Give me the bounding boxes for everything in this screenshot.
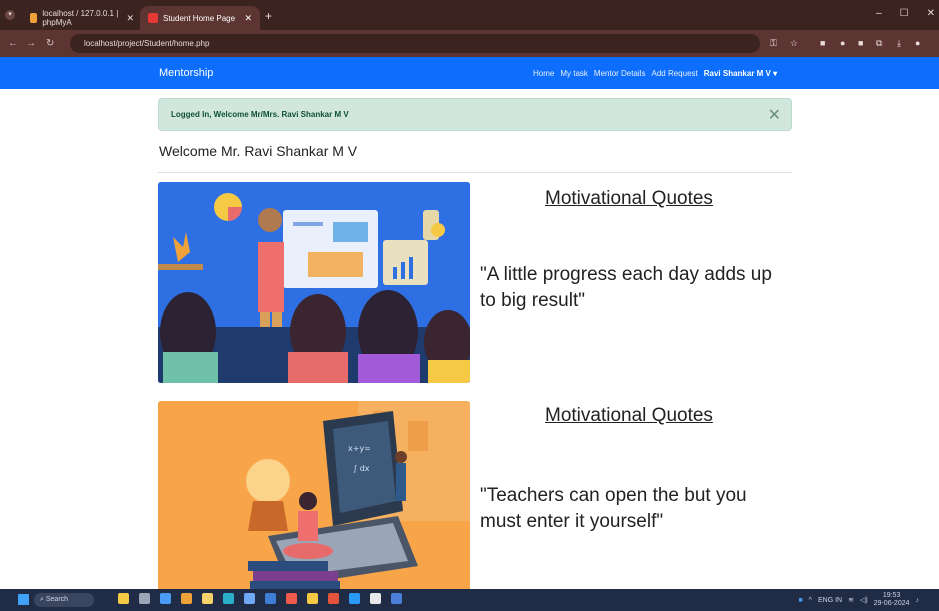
maximize-button[interactable]: ☐ [900,8,909,19]
new-tab-button[interactable]: + [265,9,272,23]
close-tab-icon[interactable]: ✕ [126,13,134,24]
download-icon[interactable]: ⤓ [897,38,901,49]
profile-icon[interactable]: ● [915,38,920,48]
app-icon[interactable] [328,593,339,604]
user-dropdown[interactable]: Ravi Shankar M V ▾ [704,69,777,78]
close-tab-icon[interactable]: ✕ [244,13,252,24]
divider [158,172,792,173]
svg-text:∫ dx: ∫ dx [353,464,370,473]
tab-label: Student Home Page [163,13,236,23]
forward-icon[interactable]: → [26,38,36,49]
site-navbar [0,57,939,89]
app-icon[interactable] [370,593,381,604]
login-alert: Logged In, Welcome Mr/Mrs. Ravi Shankar … [158,98,792,131]
extensions-puzzle-icon[interactable]: ⧉ [876,38,882,49]
extension-icon[interactable]: ■ [820,38,825,48]
presentation-illustration [158,182,470,383]
wifi-icon[interactable]: ≋ [848,596,854,604]
window-controls: – ☐ ✕ [876,8,935,19]
key-icon[interactable]: ⚿ [770,38,777,49]
svg-text:x+y=: x+y= [348,444,371,453]
app-icon[interactable] [160,593,171,604]
taskbar-search[interactable]: ⌕ Search [34,593,94,607]
taskbar-apps [118,593,402,604]
alert-message: Logged In, Welcome Mr/Mrs. Ravi Shankar … [171,110,349,119]
language-indicator[interactable]: ENG IN [818,597,842,604]
quote-title: Motivational Quotes [545,188,713,209]
student-page-favicon-icon [148,13,158,23]
browser-tab-student-home[interactable]: Student Home Page ✕ [140,6,260,30]
extension-icon[interactable]: ■ [858,38,863,48]
navbar-links: Home My task Mentor Details Add Request … [533,69,777,78]
close-window-button[interactable]: ✕ [927,8,935,19]
back-icon[interactable]: ← [8,38,18,49]
clock-time: 19:53 [882,592,901,599]
extension-icon[interactable]: ● [840,38,845,48]
system-tray: ■ ^ ENG IN ≋ ◁) 19:53 29-06-2024 ♪ [798,592,919,608]
browser-tab-phpmyadmin[interactable]: localhost / 127.0.0.1 | phpMyA ✕ [22,6,142,30]
bookmark-star-icon[interactable]: ☆ [790,38,798,49]
vscode-icon[interactable] [349,593,360,604]
navbar-brand[interactable]: Mentorship [159,67,213,79]
windows-start-icon[interactable] [18,594,29,605]
quote-title: Motivational Quotes [545,405,713,426]
clock-date: 29-06-2024 [873,600,910,607]
alert-close-button[interactable]: ✕ [768,105,781,125]
search-label: Search [45,596,69,603]
volume-icon[interactable]: ◁) [860,596,868,604]
url-input[interactable]: localhost/project/Student/home.php [70,34,760,53]
quote-text: "A little progress each day adds up to b… [480,264,772,311]
file-explorer-icon[interactable] [202,593,213,604]
edge-icon[interactable] [223,593,234,604]
clock[interactable]: 19:53 29-06-2024 [874,592,910,608]
reload-icon[interactable]: ↻ [46,38,54,49]
nav-link-home[interactable]: Home [533,69,554,78]
tab-label: localhost / 127.0.0.1 | phpMyA [42,9,119,27]
notification-icon[interactable]: ♪ [916,597,920,604]
phpmyadmin-favicon-icon [30,13,38,23]
nav-link-mentor-details[interactable]: Mentor Details [594,69,646,78]
app-icon[interactable] [265,593,276,604]
nav-link-add-request[interactable]: Add Request [651,69,697,78]
app-icon[interactable] [307,593,318,604]
app-icon[interactable] [181,593,192,604]
widget-icon[interactable]: ■ [798,597,802,604]
tab-search-icon[interactable]: ▾ [5,10,15,20]
online-class-illustration: x+y= ∫ dx [158,401,470,591]
quote-text: "Teachers can open the but you must ente… [480,485,747,532]
minimize-button[interactable]: – [876,8,882,19]
chrome-icon[interactable] [286,593,297,604]
welcome-heading: Welcome Mr. Ravi Shankar M V [159,143,358,159]
chevron-up-icon[interactable]: ^ [809,597,812,604]
nav-link-my-task[interactable]: My task [560,69,588,78]
app-icon[interactable] [139,593,150,604]
app-icon[interactable] [391,593,402,604]
app-icon[interactable] [118,593,129,604]
store-icon[interactable] [244,593,255,604]
